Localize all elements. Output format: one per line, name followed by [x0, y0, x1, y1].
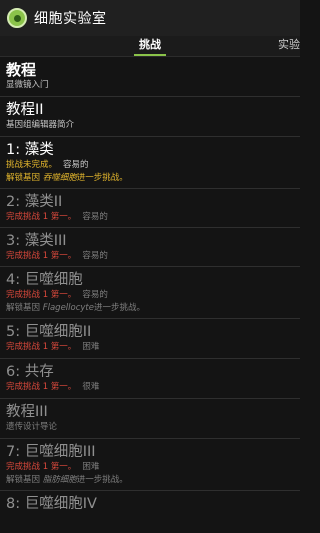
item-unlock-line: 解锁基因 脂肪细胞进一步挑战。 — [6, 474, 294, 487]
active-tab-indicator — [134, 54, 166, 56]
item-title: 8: 巨噬细胞IV — [6, 496, 97, 512]
item-status-line: 完成挑战 1 第一。 困难 — [6, 461, 294, 474]
item-status-line: 完成挑战 1 第一。 容易的 — [6, 211, 294, 224]
unlock-prefix: 解锁基因 — [6, 303, 41, 313]
unlock-suffix: 进一步挑战。 — [76, 475, 128, 485]
unlock-gene: Flagellocyte — [42, 303, 94, 313]
item-status-line: 挑战未完成。 容易的 — [6, 159, 294, 172]
app-title: 细胞实验室 — [34, 11, 107, 27]
unlock-gene: 吞噬细胞 — [42, 173, 77, 183]
item-title: 5: 巨噬细胞II — [6, 324, 92, 340]
unlock-gene: 脂肪细胞 — [42, 475, 77, 485]
list-item-challenge-7[interactable]: 7: 巨噬细胞III 完成挑战 1 第一。 困难 解锁基因 脂肪细胞进一步挑战。 — [0, 439, 300, 491]
list-item-challenge-3[interactable]: 3: 藻类III 完成挑战 1 第一。 容易的 — [0, 228, 300, 267]
item-title: 教程 — [6, 61, 37, 79]
item-status: 完成挑战 1 第一。 — [6, 251, 77, 261]
item-status-line: 完成挑战 1 第一。 困难 — [6, 341, 294, 354]
item-status: 完成挑战 1 第一。 — [6, 342, 77, 352]
item-title: 3: 藻类III — [6, 233, 67, 249]
item-unlock-line: 解锁基因 吞噬细胞进一步挑战。 — [6, 172, 294, 185]
list-item-challenge-2[interactable]: 2: 藻类II 完成挑战 1 第一。 容易的 — [0, 189, 300, 228]
item-difficulty: 困难 — [82, 462, 100, 472]
list-item-challenge-8[interactable]: 8: 巨噬细胞IV — [0, 491, 300, 521]
list-item-tutorial-3[interactable]: 教程III 遗传设计导论 — [0, 399, 300, 439]
item-title: 2: 藻类II — [6, 194, 63, 210]
list-item-challenge-6[interactable]: 6: 共存 完成挑战 1 第一。 很难 — [0, 359, 300, 399]
item-status: 完成挑战 1 第一。 — [6, 462, 77, 472]
unlock-prefix: 解锁基因 — [6, 173, 41, 183]
item-difficulty: 容易的 — [63, 160, 89, 170]
item-subtitle: 显微镜入门 — [6, 80, 49, 90]
tab-challenge-label: 挑战 — [139, 38, 161, 51]
unlock-suffix: 进一步挑战。 — [76, 173, 128, 183]
unlock-prefix: 解锁基因 — [6, 475, 41, 485]
item-status-line: 完成挑战 1 第一。 很难 — [6, 381, 294, 394]
item-difficulty: 容易的 — [82, 290, 108, 300]
item-difficulty: 容易的 — [82, 212, 108, 222]
item-unlock-line: 解锁基因 Flagellocyte进一步挑战。 — [6, 302, 294, 315]
item-status: 完成挑战 1 第一。 — [6, 382, 77, 392]
list-item-tutorial[interactable]: 教程 显微镜入门 — [0, 57, 300, 97]
app-logo-icon — [7, 8, 27, 28]
item-difficulty: 很难 — [82, 382, 100, 392]
item-status: 完成挑战 1 第一。 — [6, 290, 77, 300]
unlock-suffix: 进一步挑战。 — [94, 303, 146, 313]
item-status-line: 完成挑战 1 第一。 容易的 — [6, 289, 294, 302]
item-difficulty: 困难 — [82, 342, 100, 352]
item-title: 6: 共存 — [6, 364, 54, 380]
tab-experiment-label: 实验 — [278, 38, 300, 51]
item-title: 4: 巨噬细胞 — [6, 272, 83, 288]
item-subtitle: 遗传设计导论 — [6, 422, 58, 432]
challenge-list: 教程 显微镜入门 教程II 基因组编辑器简介 1: 藻类 挑战未完成。 容易的 解… — [0, 57, 300, 521]
item-title: 教程II — [6, 102, 44, 118]
item-difficulty: 容易的 — [82, 251, 108, 261]
item-status: 完成挑战 1 第一。 — [6, 212, 77, 222]
list-item-tutorial-2[interactable]: 教程II 基因组编辑器简介 — [0, 97, 300, 137]
list-item-challenge-5[interactable]: 5: 巨噬细胞II 完成挑战 1 第一。 困难 — [0, 319, 300, 359]
item-status: 挑战未完成。 — [6, 160, 58, 170]
tab-bar: 挑战 实验 — [0, 36, 300, 57]
list-item-challenge-1[interactable]: 1: 藻类 挑战未完成。 容易的 解锁基因 吞噬细胞进一步挑战。 — [0, 137, 300, 189]
item-subtitle: 基因组编辑器简介 — [6, 120, 75, 130]
title-bar: 细胞实验室 — [0, 0, 300, 36]
tab-challenge[interactable]: 挑战 — [128, 36, 172, 56]
item-title: 1: 藻类 — [6, 142, 54, 158]
item-status-line: 完成挑战 1 第一。 容易的 — [6, 250, 294, 263]
tab-experiment[interactable]: 实验 — [278, 36, 300, 56]
item-title: 教程III — [6, 404, 48, 420]
list-item-challenge-4[interactable]: 4: 巨噬细胞 完成挑战 1 第一。 容易的 解锁基因 Flagellocyte进… — [0, 267, 300, 319]
item-title: 7: 巨噬细胞III — [6, 444, 96, 460]
